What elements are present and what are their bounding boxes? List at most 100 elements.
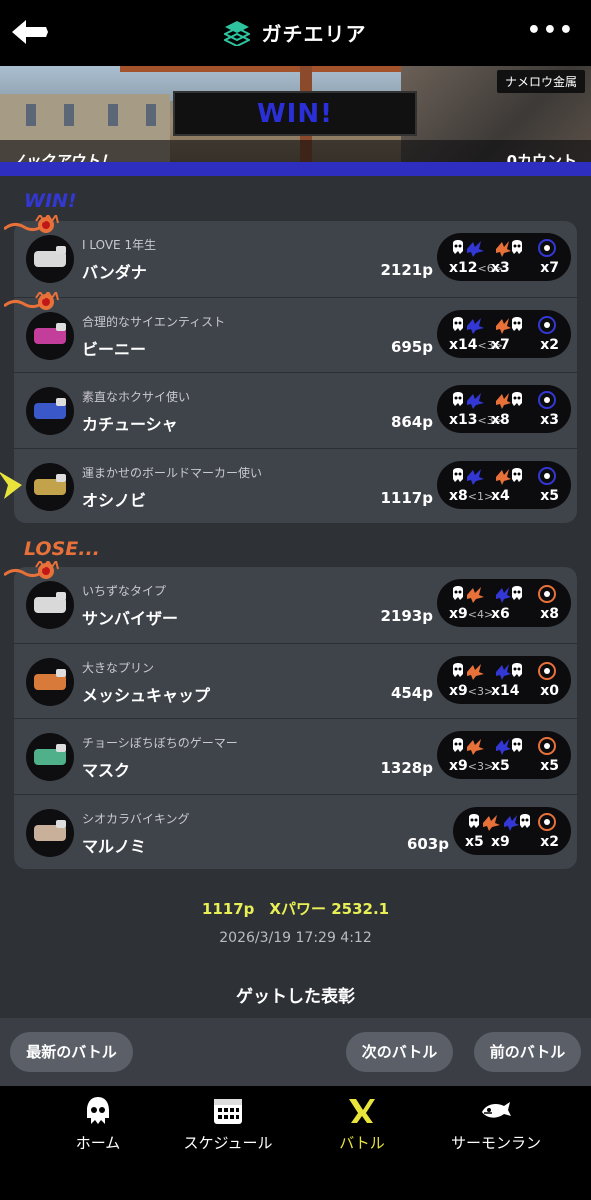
kill-icon <box>453 586 484 603</box>
player-byname: 素直なホクサイ使い <box>82 390 191 404</box>
next-battle-button[interactable]: 次のバトル <box>346 1032 453 1072</box>
win-label: WIN! <box>24 190 77 212</box>
special-count: x5 <box>540 487 559 504</box>
kill-icon <box>453 738 484 755</box>
kill-value: x9 <box>449 682 468 699</box>
battle-icon <box>349 1099 375 1123</box>
player-byname: 運まかせのボールドマーカー使い <box>82 465 263 480</box>
player-row[interactable]: シオカラバイキング マルノミ 603p x5 x9 x2 <box>14 793 577 869</box>
kill-icon <box>453 392 484 409</box>
death-count: x14 <box>491 682 520 699</box>
kill-value: x5 <box>465 833 484 850</box>
special-count: x5 <box>540 758 559 774</box>
calendar-icon <box>214 1099 242 1124</box>
kill-count: x5 <box>465 834 484 850</box>
player-name: メッシュキャップ <box>82 685 211 705</box>
page-title-wrap: ガチエリア <box>0 18 591 48</box>
player-name: マスク <box>82 761 131 780</box>
tab-home[interactable]: ホーム <box>24 1096 172 1153</box>
tab-battle-label: バトル <box>339 1134 385 1152</box>
tab-home-label: ホーム <box>75 1134 121 1152</box>
special-count: x2 <box>540 336 559 353</box>
player-points: 603p <box>406 834 449 853</box>
weapon-icon <box>26 387 74 435</box>
stage-name: ナメロウ金属 <box>496 70 585 93</box>
player-row[interactable]: 合理的なサイエンティスト ビーニー 695p x14<3> x7 x2 <box>4 291 577 372</box>
crown-icon <box>4 561 59 579</box>
death-count: x8 <box>491 412 510 428</box>
special-icon <box>538 812 556 831</box>
tab-battle[interactable]: バトル <box>288 1096 436 1153</box>
weapon-icon <box>26 581 74 629</box>
player-stats: x8<1> x4 x5 <box>437 460 571 509</box>
lose-label: LOSE... <box>24 538 100 560</box>
prev-battle-button[interactable]: 前のバトル <box>474 1032 581 1072</box>
player-points: 2193p <box>380 607 434 625</box>
weapon-icon <box>26 235 74 283</box>
player-points: 864p <box>390 413 433 431</box>
kill-value: x9 <box>449 606 468 622</box>
player-row[interactable]: いちずなタイプ サンバイザー 2193p x9<4> x6 x8 <box>4 561 577 642</box>
player-points: 1328p <box>380 759 434 777</box>
splat-zones-icon <box>224 20 251 46</box>
special-count: x0 <box>540 682 559 699</box>
kill-value: x14 <box>449 336 478 353</box>
squid-home-icon <box>87 1097 109 1124</box>
special-icon <box>538 391 556 409</box>
points-xpower: 1117p Xパワー 2532.1 <box>201 900 390 918</box>
crown-icon <box>4 215 59 233</box>
kill-value: x9 <box>449 758 468 774</box>
kill-value: x8 <box>449 487 468 504</box>
assist-value: <3> <box>467 684 494 698</box>
win-team-card: I LOVE 1年生 バンダナ 2121p x12<6> x3 x7 合理的なサ… <box>0 215 577 523</box>
weapon-icon <box>26 733 74 781</box>
death-icon <box>496 662 522 680</box>
death-icon <box>496 316 522 334</box>
death-count: x7 <box>491 336 510 353</box>
result-box: WIN! <box>173 91 417 136</box>
kill-icon <box>469 813 500 831</box>
crown-icon <box>4 291 59 310</box>
death-count: x3 <box>491 260 510 276</box>
more-button[interactable]: ••• <box>527 18 575 43</box>
special-icon <box>538 737 556 755</box>
death-count: x9 <box>491 833 510 850</box>
result-bar <box>0 162 591 176</box>
player-byname: 大きなプリン <box>82 660 155 675</box>
player-row[interactable]: 大きなプリン メッシュキャップ 454p x9<3> x14 x0 <box>14 642 577 718</box>
kill-count: x9<3> <box>449 683 493 699</box>
assist-value: <3> <box>467 760 494 773</box>
death-count: x4 <box>491 487 510 504</box>
player-row[interactable]: 運まかせのボールドマーカー使い オシノビ 1117p x8<1> x4 x5 <box>0 447 577 523</box>
player-byname: チョーシぼちぼちのゲーマー <box>82 736 238 750</box>
player-row[interactable]: 素直なホクサイ使い カチューシャ 864p x13<3> x8 x3 <box>14 372 577 447</box>
tab-salmon-run[interactable]: サーモンラン <box>422 1096 570 1153</box>
death-icon <box>496 467 522 485</box>
player-byname: シオカラバイキング <box>82 811 190 826</box>
kill-count: x9<3> <box>449 758 493 774</box>
player-byname: 合理的なサイエンティスト <box>82 314 226 329</box>
kill-icon <box>453 467 484 485</box>
death-icon <box>504 813 530 831</box>
special-count: x8 <box>540 606 559 622</box>
self-marker-icon <box>0 471 22 499</box>
latest-battle-button[interactable]: 最新のバトル <box>10 1032 133 1072</box>
death-count: x6 <box>491 606 510 622</box>
tab-schedule-label: スケジュール <box>183 1134 273 1152</box>
player-byname: いちずなタイプ <box>82 584 167 598</box>
player-stats: x9<3> x5 x5 <box>437 731 571 779</box>
kill-icon <box>453 662 484 680</box>
death-icon <box>496 586 522 603</box>
player-row[interactable]: I LOVE 1年生 バンダナ 2121p x12<6> x3 x7 <box>4 215 577 296</box>
weapon-icon <box>26 311 74 360</box>
kill-count: x9<4> <box>449 606 493 622</box>
player-byname: I LOVE 1年生 <box>82 238 157 252</box>
special-count: x7 <box>540 260 559 276</box>
player-stats: x9<4> x6 x8 <box>437 579 571 627</box>
tab-schedule[interactable]: スケジュール <box>154 1096 302 1153</box>
tab-salmon-run-label: サーモンラン <box>450 1134 541 1152</box>
death-icon <box>496 392 522 409</box>
result-text: WIN! <box>257 99 333 129</box>
player-row[interactable]: チョーシぼちぼちのゲーマー マスク 1328p x9<3> x5 x5 <box>14 718 577 793</box>
assist-value: <4> <box>467 608 494 621</box>
